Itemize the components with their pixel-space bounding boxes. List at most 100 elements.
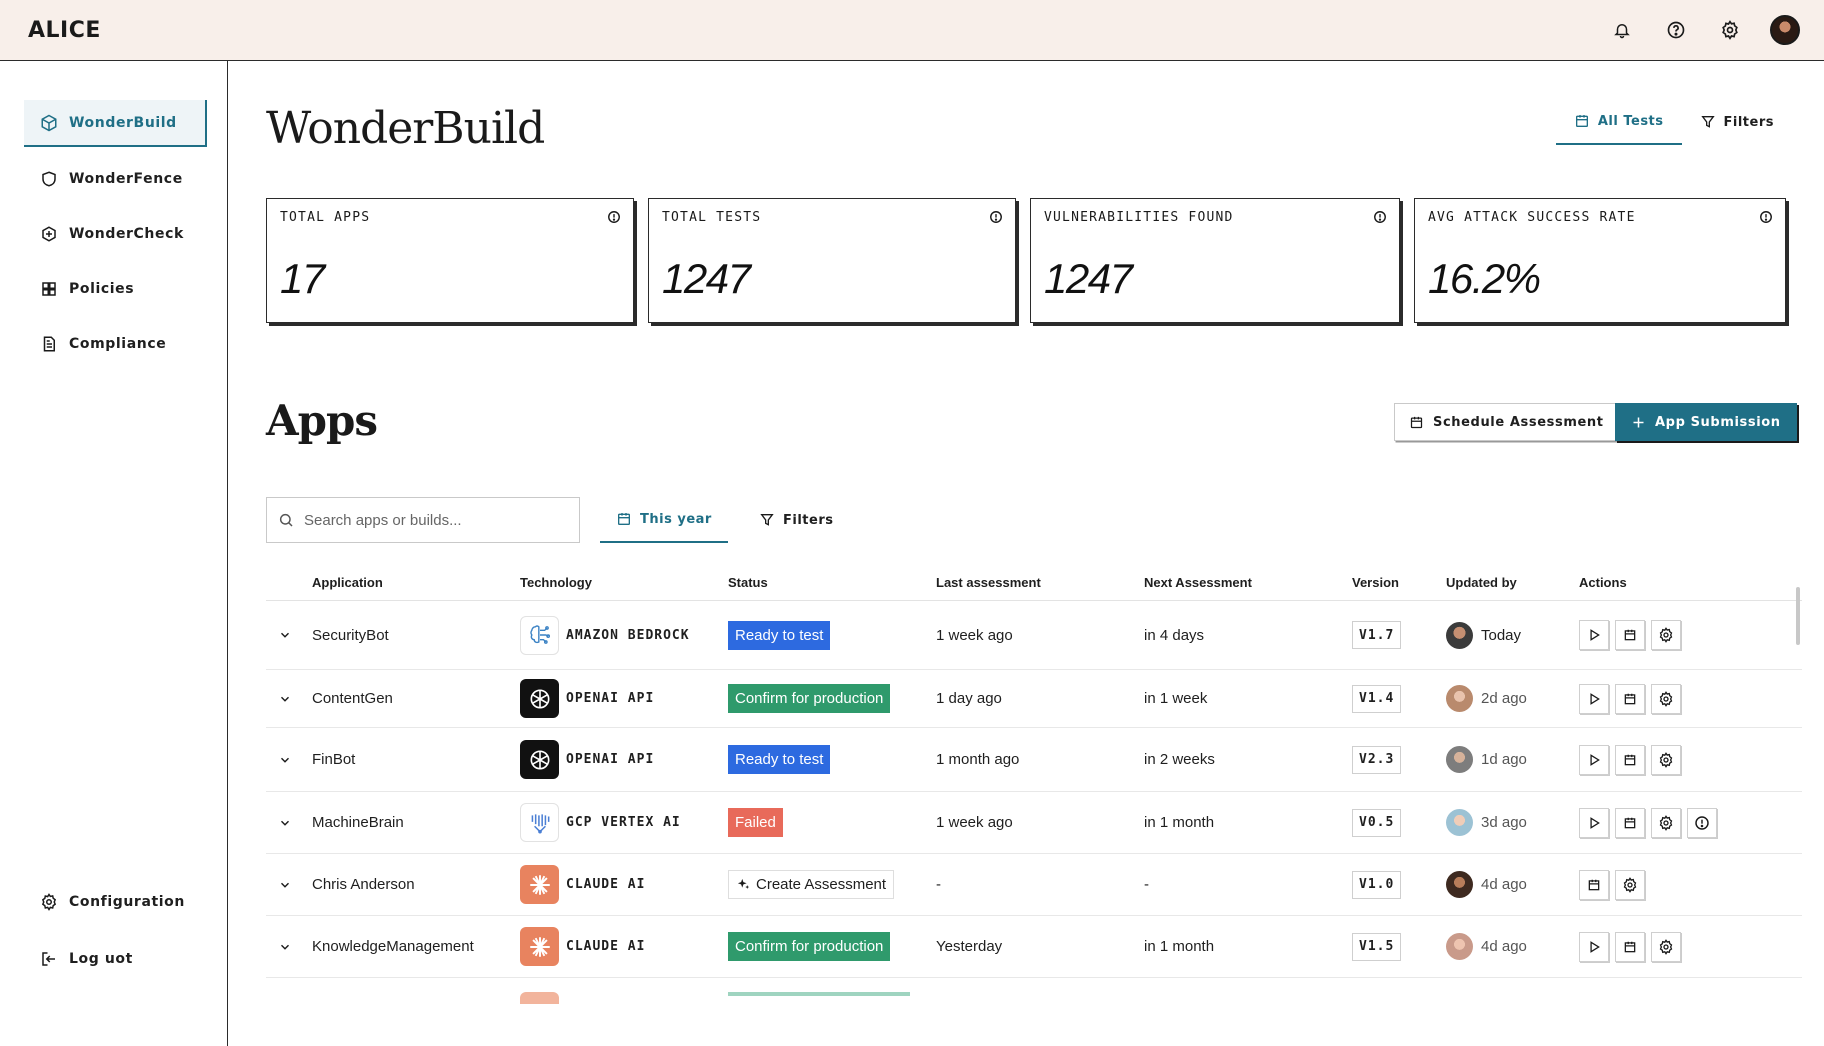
amazon-bedrock-icon [520, 615, 559, 655]
updated-by-cell: 4d ago [1446, 854, 1527, 915]
search-input[interactable] [304, 511, 564, 529]
table-row[interactable]: ContentGen OPENAI API Confirm for produc… [266, 670, 1802, 728]
chevron-down-icon[interactable] [278, 601, 292, 669]
schedule-assessment-button[interactable]: Schedule Assessment [1394, 403, 1619, 441]
button-label: App Submission [1655, 414, 1781, 430]
stats-row: TOTAL APPS 17 TOTAL TESTS 1247 VULNERABI… [266, 198, 1786, 323]
table-row[interactable]: KnowledgeManagement CLAUDE AI Confirm fo… [266, 916, 1802, 978]
play-icon[interactable] [1579, 807, 1609, 838]
gear-icon[interactable] [1651, 931, 1681, 962]
table-row[interactable]: MachineBrain GCP VERTEX AI Failed 1 week… [266, 792, 1802, 854]
tab-all-tests[interactable]: All Tests [1555, 99, 1682, 145]
status-badge[interactable]: Ready to test [728, 745, 831, 774]
help-icon[interactable] [1662, 16, 1690, 44]
column-header[interactable]: Updated by [1446, 575, 1517, 590]
technology-cell: GCP VERTEX AI [520, 792, 681, 853]
actions-cell [1579, 601, 1687, 669]
sidebar-item-wondercheck[interactable]: WonderCheck [24, 210, 207, 257]
sidebar-item-wonderfence[interactable]: WonderFence [24, 155, 207, 202]
play-icon[interactable] [1579, 744, 1609, 775]
document-icon [43, 336, 55, 351]
top-bar: ALICE [0, 0, 1824, 61]
button-label: Schedule Assessment [1433, 414, 1604, 430]
sidebar-item-policies[interactable]: Policies [24, 265, 207, 312]
chevron-down-icon[interactable] [278, 916, 292, 977]
play-icon[interactable] [1579, 683, 1609, 714]
next-assessment: in 2 weeks [1144, 751, 1215, 768]
chevron-down-icon[interactable] [278, 670, 292, 727]
column-header[interactable]: Actions [1579, 575, 1627, 590]
table-scrollbar[interactable] [1796, 587, 1800, 645]
gear-icon[interactable] [1651, 807, 1681, 838]
app-name: KnowledgeManagement [312, 938, 474, 955]
avatar [1446, 685, 1473, 712]
create-assessment-button[interactable]: Create Assessment [728, 870, 895, 899]
table-row-partial[interactable] [266, 978, 1802, 1040]
bell-icon[interactable] [1608, 16, 1636, 44]
column-header[interactable]: Status [728, 575, 768, 590]
alert-icon[interactable] [1687, 807, 1717, 838]
sidebar-item-wonderbuild[interactable]: WonderBuild [24, 100, 207, 147]
app-submission-button[interactable]: App Submission [1615, 403, 1797, 441]
info-icon[interactable] [607, 210, 621, 224]
status-badge[interactable]: Ready to test [728, 620, 831, 650]
version-badge: V2.3 [1352, 745, 1402, 774]
chevron-down-icon[interactable] [278, 792, 292, 853]
next-assessment: in 1 month [1144, 938, 1215, 955]
calendar-icon[interactable] [1615, 683, 1645, 714]
calendar-icon[interactable] [1615, 744, 1645, 775]
status-badge[interactable]: Confirm for production [728, 684, 891, 713]
play-icon[interactable] [1579, 931, 1609, 962]
user-avatar[interactable] [1770, 15, 1800, 45]
info-icon[interactable] [989, 210, 1003, 224]
tab-this-year[interactable]: This year [600, 497, 728, 543]
actions-cell [1579, 792, 1723, 853]
gear-icon[interactable] [1615, 869, 1645, 900]
sidebar-item-compliance[interactable]: Compliance [24, 320, 207, 367]
column-header[interactable]: Application [312, 575, 383, 590]
chevron-down-icon[interactable] [278, 854, 292, 915]
status-badge[interactable]: Failed [728, 808, 783, 837]
updated-text: 4d ago [1481, 938, 1527, 955]
table-row[interactable]: Chris Anderson CLAUDE AI Create Assessme… [266, 854, 1802, 916]
tech-name: CLAUDE AI [566, 939, 646, 954]
column-header[interactable]: Version [1352, 575, 1399, 590]
app-logo[interactable]: ALICE [28, 18, 101, 43]
stat-value: 16.2% [1428, 255, 1541, 302]
calendar-icon[interactable] [1579, 869, 1609, 900]
play-icon[interactable] [1579, 620, 1609, 650]
next-assessment: in 4 days [1144, 626, 1205, 644]
sidebar-item-logout[interactable]: Log uot [24, 935, 207, 982]
header-filters-button[interactable]: Filters [1682, 99, 1792, 145]
column-header[interactable]: Technology [520, 575, 592, 590]
gear-icon[interactable] [1651, 683, 1681, 714]
stat-label: TOTAL APPS [280, 210, 371, 225]
calendar-icon[interactable] [1615, 931, 1645, 962]
sidebar-item-label: WonderFence [69, 170, 183, 187]
table-row[interactable]: FinBot OPENAI API Ready to test 1 month … [266, 728, 1802, 792]
actions-cell [1579, 728, 1687, 791]
calendar-icon[interactable] [1615, 807, 1645, 838]
stat-label: VULNERABILITIES FOUND [1044, 210, 1234, 225]
technology-cell: OPENAI API [520, 728, 654, 791]
gear-icon[interactable] [1651, 620, 1681, 650]
last-assessment: 1 week ago [936, 626, 1013, 644]
gear-icon[interactable] [1651, 744, 1681, 775]
column-header[interactable]: Last assessment [936, 575, 1041, 590]
actions-cell [1579, 916, 1687, 977]
gear-icon[interactable] [1716, 16, 1744, 44]
column-header[interactable]: Next Assessment [1144, 575, 1252, 590]
calendar-icon[interactable] [1615, 620, 1645, 650]
logout-icon [42, 951, 55, 966]
chevron-down-icon[interactable] [278, 728, 292, 791]
filter-icon [760, 514, 774, 526]
sidebar-item-label: Policies [69, 280, 135, 297]
info-icon[interactable] [1373, 210, 1387, 224]
info-icon[interactable] [1759, 210, 1773, 224]
status-badge[interactable]: Confirm for production [728, 932, 891, 961]
avatar [1446, 809, 1473, 836]
status-cell: Ready to test [728, 601, 831, 669]
apps-filters-button[interactable]: Filters [743, 497, 849, 543]
table-row[interactable]: SecurityBot AMAZON BEDROCK Ready to test… [266, 601, 1802, 670]
sidebar-item-configuration[interactable]: Configuration [24, 878, 207, 925]
